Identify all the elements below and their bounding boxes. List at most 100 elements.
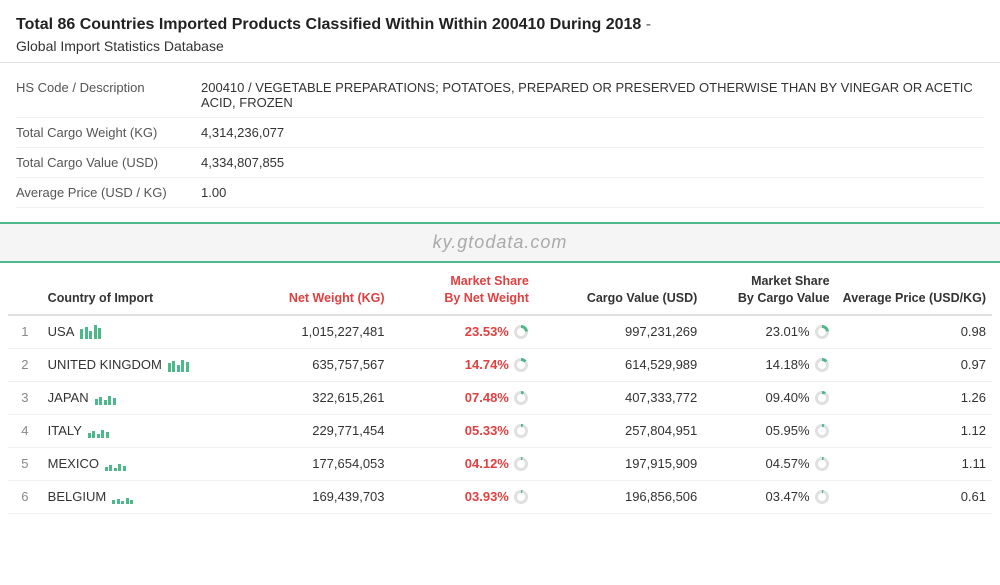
mkt-cargo-cell: 03.47% [703, 480, 835, 513]
bar-chart-icon[interactable] [105, 457, 126, 471]
value-value: 4,334,807,855 [201, 155, 284, 170]
weight-value: 4,314,236,077 [201, 125, 284, 140]
cargo-value: 257,804,951 [535, 414, 703, 447]
value-row: Total Cargo Value (USD) 4,334,807,855 [16, 148, 984, 178]
mkt-net-cell: 04.12% [391, 447, 535, 480]
mkt-net-pct: 05.33% [465, 423, 509, 438]
row-number: 1 [8, 315, 42, 349]
table-section: Country of Import Net Weight (KG) Market… [0, 263, 1000, 514]
cargo-value: 997,231,269 [535, 315, 703, 349]
mkt-cargo-pct: 23.01% [765, 324, 809, 339]
mkt-cargo-pct: 03.47% [765, 489, 809, 504]
net-weight-value: 635,757,567 [234, 348, 390, 381]
avg-row: Average Price (USD / KG) 1.00 [16, 178, 984, 208]
col-avg-price: Average Price (USD/KG) [836, 263, 992, 315]
row-number: 4 [8, 414, 42, 447]
country-name: MEXICO [48, 456, 99, 471]
pie-chart-icon [814, 390, 830, 406]
table-row: 5 MEXICO 177,654,053 04.12% 197, [8, 447, 992, 480]
bar-chart-icon[interactable] [80, 325, 101, 339]
avg-price-value: 0.97 [836, 348, 992, 381]
col-net-weight: Net Weight (KG) [234, 263, 390, 315]
bar-chart-icon[interactable] [88, 424, 109, 438]
watermark-text: ky.gtodata.com [433, 232, 568, 252]
country-cell: ITALY [42, 414, 234, 447]
row-number: 3 [8, 381, 42, 414]
watermark-bar: ky.gtodata.com [0, 222, 1000, 263]
mkt-cargo-cell: 05.95% [703, 414, 835, 447]
net-weight-value: 1,015,227,481 [234, 315, 390, 349]
mkt-cargo-pct: 05.95% [765, 423, 809, 438]
col-cargo-value: Cargo Value (USD) [535, 263, 703, 315]
mkt-net-cell: 07.48% [391, 381, 535, 414]
country-name: JAPAN [48, 390, 89, 405]
avg-price-value: 1.11 [836, 447, 992, 480]
pie-chart-icon [513, 489, 529, 505]
data-table: Country of Import Net Weight (KG) Market… [8, 263, 992, 514]
hs-code-row: HS Code / Description 200410 / VEGETABLE… [16, 73, 984, 118]
avg-price-value: 1.12 [836, 414, 992, 447]
col-mkt-cargo: Market ShareBy Cargo Value [703, 263, 835, 315]
bar-chart-icon[interactable] [95, 391, 116, 405]
avg-label: Average Price (USD / KG) [16, 185, 201, 200]
mkt-cargo-cell: 14.18% [703, 348, 835, 381]
mkt-net-pct: 23.53% [465, 324, 509, 339]
pie-chart-icon [814, 357, 830, 373]
pie-chart-icon [513, 324, 529, 340]
avg-price-value: 1.26 [836, 381, 992, 414]
pie-chart-icon [513, 456, 529, 472]
country-cell: USA [42, 315, 234, 349]
bar-chart-icon[interactable] [112, 490, 133, 504]
mkt-cargo-pct: 04.57% [765, 456, 809, 471]
mkt-cargo-cell: 04.57% [703, 447, 835, 480]
weight-row: Total Cargo Weight (KG) 4,314,236,077 [16, 118, 984, 148]
table-row: 3 JAPAN 322,615,261 07.48% 407,3 [8, 381, 992, 414]
pie-chart-icon [513, 390, 529, 406]
hs-value: 200410 / VEGETABLE PREPARATIONS; POTATOE… [201, 80, 984, 110]
country-cell: UNITED KINGDOM [42, 348, 234, 381]
mkt-net-pct: 03.93% [465, 489, 509, 504]
mkt-net-cell: 03.93% [391, 480, 535, 513]
avg-value: 1.00 [201, 185, 226, 200]
header-section: Total 86 Countries Imported Products Cla… [0, 0, 1000, 63]
table-row: 2 UNITED KINGDOM 635,757,567 14.74% [8, 348, 992, 381]
pie-chart-icon [814, 423, 830, 439]
table-row: 6 BELGIUM 169,439,703 03.93% 196 [8, 480, 992, 513]
info-section: HS Code / Description 200410 / VEGETABLE… [0, 63, 1000, 208]
net-weight-value: 229,771,454 [234, 414, 390, 447]
pie-chart-icon [814, 456, 830, 472]
mkt-cargo-pct: 14.18% [765, 357, 809, 372]
mkt-net-cell: 14.74% [391, 348, 535, 381]
mkt-net-cell: 23.53% [391, 315, 535, 349]
row-number: 5 [8, 447, 42, 480]
net-weight-value: 177,654,053 [234, 447, 390, 480]
col-num [8, 263, 42, 315]
weight-label: Total Cargo Weight (KG) [16, 125, 201, 140]
title-text: Total 86 Countries Imported Products Cla… [16, 16, 641, 33]
col-country: Country of Import [42, 263, 234, 315]
row-number: 6 [8, 480, 42, 513]
country-cell: BELGIUM [42, 480, 234, 513]
country-cell: JAPAN [42, 381, 234, 414]
bar-chart-icon[interactable] [168, 358, 189, 372]
pie-chart-icon [513, 423, 529, 439]
subtitle: Global Import Statistics Database [16, 38, 984, 54]
net-weight-value: 169,439,703 [234, 480, 390, 513]
avg-price-value: 0.61 [836, 480, 992, 513]
mkt-net-cell: 05.33% [391, 414, 535, 447]
mkt-cargo-pct: 09.40% [765, 390, 809, 405]
table-row: 1 USA 1,015,227,481 23.53% 997,2 [8, 315, 992, 349]
country-name: UNITED KINGDOM [48, 357, 162, 372]
mkt-net-pct: 14.74% [465, 357, 509, 372]
mkt-cargo-cell: 09.40% [703, 381, 835, 414]
country-name: USA [48, 324, 75, 339]
cargo-value: 407,333,772 [535, 381, 703, 414]
table-row: 4 ITALY 229,771,454 05.33% 257,8 [8, 414, 992, 447]
cargo-value: 614,529,989 [535, 348, 703, 381]
pie-chart-icon [513, 357, 529, 373]
value-label: Total Cargo Value (USD) [16, 155, 201, 170]
pie-chart-icon [814, 489, 830, 505]
country-name: BELGIUM [48, 489, 107, 504]
main-title: Total 86 Countries Imported Products Cla… [16, 14, 984, 36]
avg-price-value: 0.98 [836, 315, 992, 349]
